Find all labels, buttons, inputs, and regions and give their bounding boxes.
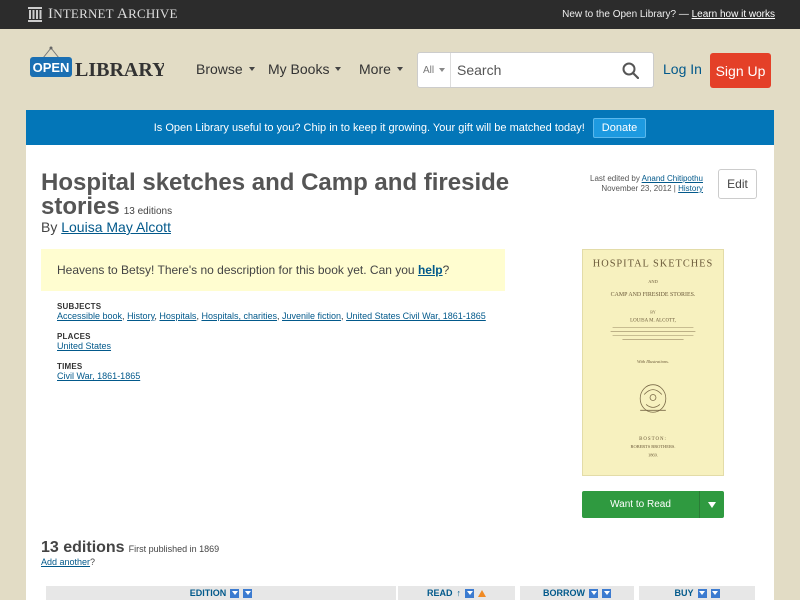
- times-list: Civil War, 1861-1865: [57, 371, 140, 381]
- subject-link[interactable]: History: [127, 311, 154, 321]
- reading-status-dropdown[interactable]: [699, 491, 724, 518]
- archive-temple-icon: [28, 7, 42, 22]
- browse-menu[interactable]: Browse: [196, 61, 255, 77]
- login-link[interactable]: Log In: [663, 61, 702, 77]
- column-header-read[interactable]: READ ↑: [398, 586, 515, 600]
- description-notice: Heavens to Betsy! There's no description…: [41, 249, 505, 291]
- time-link[interactable]: Civil War, 1861-1865: [57, 371, 140, 381]
- places-section: PLACES United States: [57, 332, 111, 351]
- internet-archive-logo[interactable]: INTERNET ARCHIVE: [28, 6, 178, 23]
- search-input[interactable]: [452, 53, 617, 87]
- add-another-row: Add another?: [41, 557, 96, 567]
- search-scope-select[interactable]: All: [418, 53, 451, 87]
- subjects-heading: SUBJECTS: [57, 302, 102, 311]
- signup-button[interactable]: Sign Up: [710, 53, 771, 88]
- sort-order-icon[interactable]: [478, 589, 486, 597]
- more-menu[interactable]: More: [359, 61, 403, 77]
- subjects-list: Accessible book, History, Hospitals, Hos…: [57, 311, 486, 321]
- edit-button[interactable]: Edit: [718, 169, 757, 199]
- sort-dropdown-icon[interactable]: [230, 588, 240, 598]
- my-books-menu[interactable]: My Books: [268, 61, 342, 77]
- chevron-down-icon: [439, 68, 446, 72]
- column-header-borrow[interactable]: BORROW: [520, 586, 634, 600]
- sort-dropdown-icon[interactable]: [589, 588, 598, 598]
- search-bar: All: [417, 52, 654, 88]
- caret-down-icon: [708, 501, 716, 508]
- svg-text:LOUISA M. ALCOTT,: LOUISA M. ALCOTT,: [630, 319, 676, 324]
- logo-library-text: LIBRARY: [75, 59, 164, 81]
- editor-link[interactable]: Anand Chitipothu: [642, 174, 703, 183]
- subject-link[interactable]: Hospitals: [159, 311, 196, 321]
- place-link[interactable]: United States: [57, 341, 111, 351]
- times-section: TIMES Civil War, 1861-1865: [57, 362, 140, 381]
- column-header-buy[interactable]: BUY: [639, 586, 755, 600]
- svg-text:AND: AND: [648, 279, 658, 284]
- editions-title: 13 editions: [41, 539, 125, 556]
- column-header-edition[interactable]: EDITION: [46, 586, 396, 600]
- subjects-section: SUBJECTS Accessible book, History, Hospi…: [57, 302, 486, 321]
- open-library-logo[interactable]: OPEN LIBRARY: [29, 46, 164, 88]
- subject-link[interactable]: Accessible book: [57, 311, 122, 321]
- sort-dropdown-icon[interactable]: [465, 588, 474, 598]
- author-byline: By Louisa May Alcott: [41, 219, 171, 235]
- want-to-read-label[interactable]: Want to Read: [582, 491, 699, 518]
- svg-text:With Illustrations.: With Illustrations.: [637, 359, 669, 364]
- help-link[interactable]: help: [418, 263, 443, 277]
- donation-banner-text: Is Open Library useful to you? Chip in t…: [153, 121, 585, 134]
- sort-dropdown-icon[interactable]: [710, 588, 720, 598]
- donation-banner: Is Open Library useful to you? Chip in t…: [26, 110, 774, 145]
- svg-text:CAMP AND FIRESIDE STORIES.: CAMP AND FIRESIDE STORIES.: [611, 292, 696, 298]
- svg-text:ROBERTS BROTHERS.: ROBERTS BROTHERS.: [631, 444, 676, 449]
- chevron-down-icon: [248, 67, 255, 71]
- subject-link[interactable]: Juvenile fiction: [282, 311, 341, 321]
- chevron-down-icon: [335, 67, 342, 71]
- page-title: Hospital sketches and Camp and fireside …: [41, 169, 510, 220]
- logo-open-text: OPEN: [33, 60, 70, 75]
- sort-ascending-icon: ↑: [456, 588, 462, 598]
- subject-link[interactable]: United States Civil War, 1861-1865: [346, 311, 486, 321]
- internet-archive-wordmark: INTERNET ARCHIVE: [48, 6, 178, 22]
- sort-dropdown-icon[interactable]: [243, 588, 253, 598]
- add-another-link[interactable]: Add another: [41, 557, 90, 567]
- svg-text:BOSTON:: BOSTON:: [639, 437, 667, 442]
- site-header: OPEN LIBRARY Browse My Books More All Lo…: [0, 29, 800, 109]
- svg-text:HOSPITAL SKETCHES: HOSPITAL SKETCHES: [593, 258, 713, 269]
- svg-text:BY: BY: [650, 310, 656, 315]
- search-icon[interactable]: [622, 62, 639, 79]
- sort-dropdown-icon[interactable]: [697, 588, 707, 598]
- cover-vignette-icon: [639, 384, 667, 413]
- editions-header: 13 editions First published in 1869: [41, 539, 219, 557]
- history-link[interactable]: History: [678, 184, 703, 193]
- want-to-read-button[interactable]: Want to Read: [582, 491, 724, 518]
- editions-count-label: 13 editions: [123, 206, 173, 217]
- places-list: United States: [57, 341, 111, 351]
- internet-archive-bar: INTERNET ARCHIVE New to the Open Library…: [0, 0, 800, 29]
- book-cover[interactable]: HOSPITAL SKETCHES AND CAMP AND FIRESIDE …: [582, 249, 724, 476]
- last-edited-info: Last edited by Anand Chitipothu November…: [590, 174, 703, 193]
- places-heading: PLACES: [57, 332, 91, 341]
- svg-text:1869.: 1869.: [648, 453, 658, 458]
- new-to-library-note: New to the Open Library? — Learn how it …: [562, 9, 775, 20]
- chevron-down-icon: [396, 67, 403, 71]
- learn-how-it-works-link[interactable]: Learn how it works: [692, 9, 775, 20]
- donate-button[interactable]: Donate: [592, 117, 647, 138]
- times-heading: TIMES: [57, 362, 83, 371]
- book-page-content: Hospital sketches and Camp and fireside …: [26, 145, 774, 600]
- author-link[interactable]: Louisa May Alcott: [61, 219, 171, 235]
- subject-link[interactable]: Hospitals, charities: [201, 311, 277, 321]
- sort-dropdown-icon[interactable]: [602, 588, 611, 598]
- first-published-label: First published in 1869: [128, 544, 220, 554]
